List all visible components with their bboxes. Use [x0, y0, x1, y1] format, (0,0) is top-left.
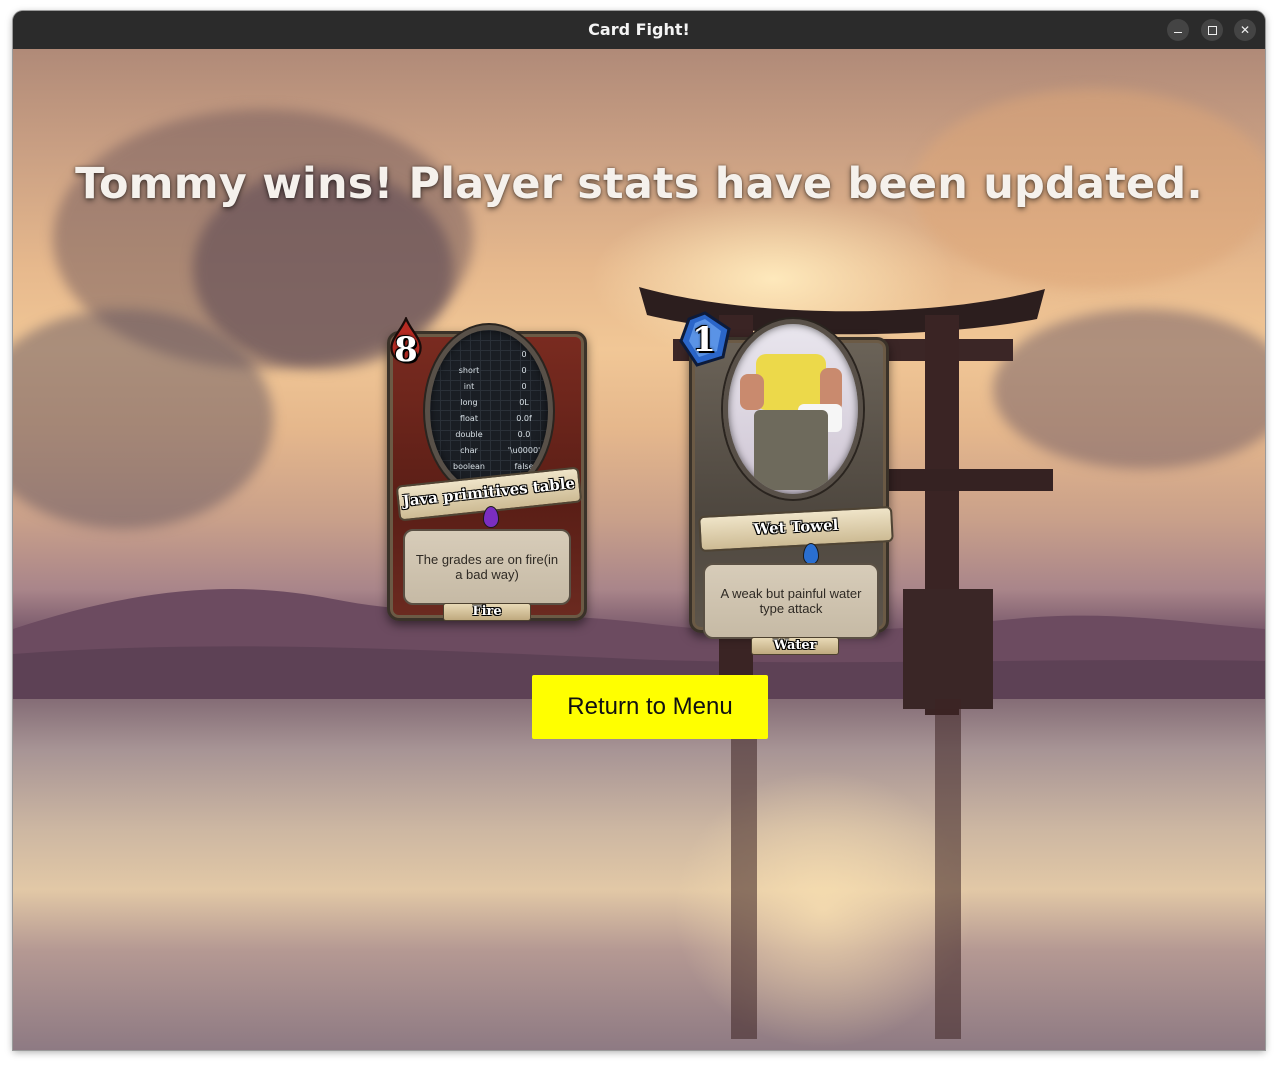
table-row: int 0	[440, 382, 548, 398]
card-description: The grades are on fire(in a bad way)	[403, 529, 571, 605]
table-value: 0.0f	[516, 414, 532, 423]
table-value: 0	[521, 350, 527, 359]
maximize-icon[interactable]	[1201, 19, 1223, 41]
table-key: short	[458, 366, 480, 375]
app-window: Card Fight! ✕ Tommy wins! Player stats h…	[13, 11, 1265, 1050]
card-cost: 1	[692, 320, 716, 360]
table-key: double	[455, 430, 483, 439]
character-arm	[740, 374, 764, 410]
card-cost: 8	[394, 330, 418, 370]
card-portrait	[723, 319, 863, 499]
table-key: float	[460, 414, 478, 423]
table-key: char	[460, 446, 478, 455]
table-row: double 0.0	[440, 430, 548, 446]
title-bar: Card Fight! ✕	[13, 11, 1265, 49]
table-row: long 0L	[440, 398, 548, 414]
card-type: Fire	[443, 603, 531, 621]
table-row: 0	[440, 350, 548, 366]
table-row: float 0.0f	[440, 414, 548, 430]
character-shirt	[756, 354, 826, 410]
card-wet-towel[interactable]: 1 Wet Towel A weak but painful water typ…	[679, 307, 894, 655]
table-key	[440, 350, 498, 366]
close-icon[interactable]: ✕	[1234, 19, 1256, 41]
table-key: int	[463, 382, 475, 391]
window-title: Card Fight!	[588, 20, 690, 39]
character-pants	[754, 410, 828, 490]
result-message: Tommy wins! Player stats have been updat…	[75, 159, 1203, 209]
table-row: char '\u0000'	[440, 446, 548, 462]
card-type: Water	[751, 637, 839, 655]
game-scene: Tommy wins! Player stats have been updat…	[13, 49, 1265, 1050]
table-row: short 0	[440, 366, 548, 382]
rarity-gem-icon	[483, 506, 499, 528]
return-to-menu-button[interactable]: Return to Menu	[532, 675, 768, 739]
rarity-gem-icon	[803, 543, 819, 565]
card-description: A weak but painful water type attack	[703, 563, 879, 639]
table-value: '\u0000'	[507, 446, 541, 455]
table-key: long	[460, 398, 478, 407]
minimize-icon[interactable]	[1167, 19, 1189, 41]
table-value: 0.0	[517, 430, 531, 439]
table-value: 0	[521, 366, 527, 375]
card-java-primitives-table[interactable]: 0 short 0 int 0 long 0L float 0.0f double 0.0 char '…	[387, 311, 587, 631]
table-value: 0L	[519, 398, 529, 407]
table-value: 0	[521, 382, 527, 391]
